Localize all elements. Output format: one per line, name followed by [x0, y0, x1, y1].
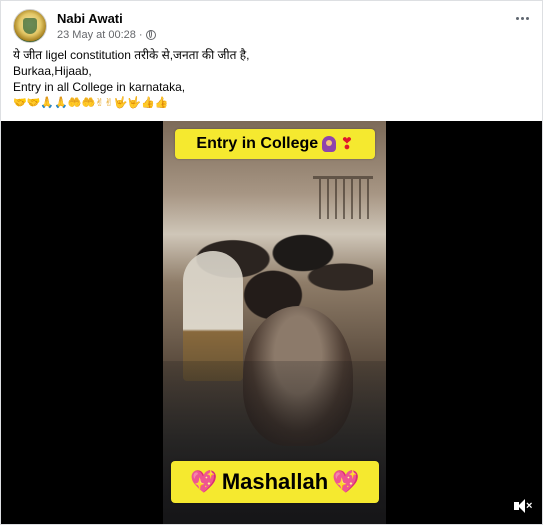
author-name[interactable]: Nabi Awati	[57, 11, 123, 26]
heart-icon: ❣	[340, 136, 354, 153]
post-emoji-line: 🤝🤝🙏🙏🤲🤲✌✌🤟🤟👍👍	[13, 97, 169, 109]
post-header: Nabi Awati 23 May at 00:28 ·	[13, 9, 533, 45]
sparkle-heart-icon-left: 💖	[190, 469, 218, 494]
post-timestamp[interactable]: 23 May at 00:28	[57, 29, 136, 41]
video-player[interactable]: Entry in College ❣ 💖 Mashallah 💖 ×	[1, 121, 542, 524]
top-caption-banner: Entry in College ❣	[175, 129, 375, 159]
avatar[interactable]	[13, 9, 47, 43]
post-line-2: Burkaa,Hijaab,	[13, 64, 92, 78]
bottom-caption-text: Mashallah	[221, 469, 329, 494]
meta-separator: ·	[138, 29, 143, 41]
more-options-icon[interactable]	[511, 17, 533, 29]
globe-icon	[145, 30, 156, 40]
hijab-woman-icon	[322, 136, 337, 152]
post-line-3: Entry in all College in karnataka,	[13, 80, 186, 94]
mute-icon[interactable]: ×	[514, 498, 532, 514]
bottom-caption-banner: 💖 Mashallah 💖	[171, 461, 379, 503]
avatar-emblem	[23, 18, 37, 34]
video-frame: Entry in College ❣ 💖 Mashallah 💖	[163, 121, 386, 524]
post-card: Nabi Awati 23 May at 00:28 · ये जीत lige…	[0, 0, 543, 525]
post-text: ये जीत ligel constitution तरीके से,जनता …	[13, 47, 523, 111]
post-meta: 23 May at 00:28 ·	[57, 29, 156, 41]
post-line-1: ये जीत ligel constitution तरीके से,जनता …	[13, 48, 250, 62]
sparkle-heart-icon-right: 💖	[332, 469, 360, 494]
top-caption-text: Entry in College	[196, 135, 319, 152]
